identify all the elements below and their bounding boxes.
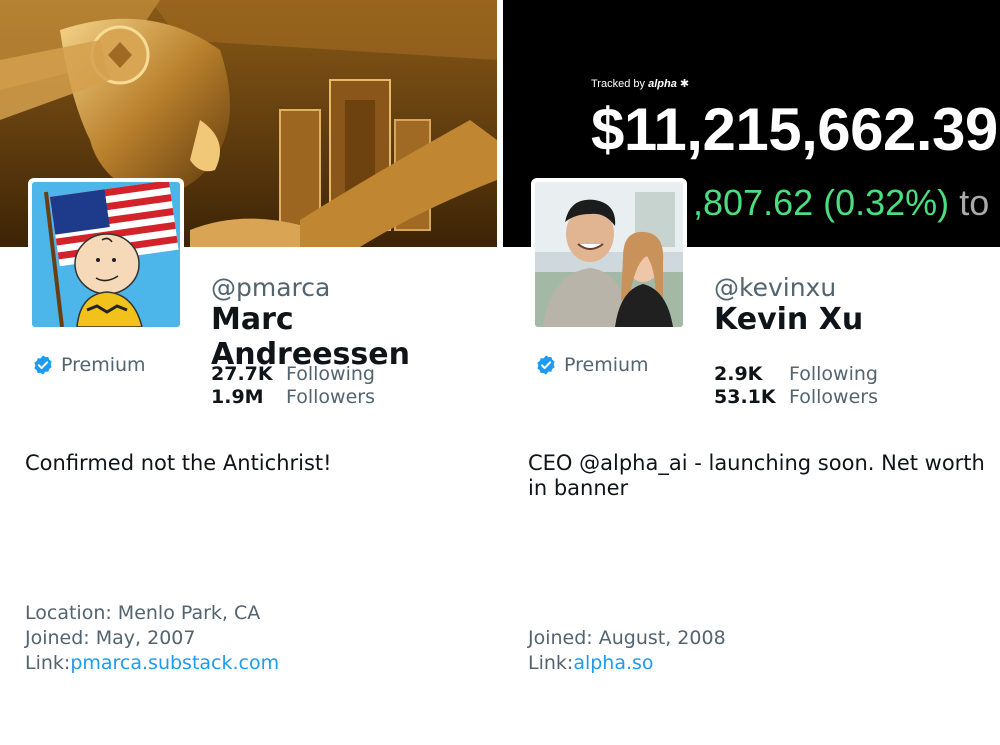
following-stat[interactable]: 27.7K Following <box>211 363 375 386</box>
profile-link-row: Link:pmarca.substack.com <box>25 652 279 674</box>
following-count: 2.9K <box>714 363 763 385</box>
banner-change-tail: to <box>959 182 990 223</box>
following-stat[interactable]: 2.9K Following <box>714 363 878 386</box>
profile-card-kevinxu: Tracked by alpha ✱ $11,215,662.39 ,807.6… <box>503 0 1000 745</box>
link-label: Link: <box>528 652 574 674</box>
avatar[interactable] <box>28 178 184 331</box>
profile-card-pmarca: @pmarca Marc Andreessen Premium 27.7K Fo… <box>0 0 497 745</box>
followers-label: Followers <box>789 386 878 408</box>
link-label: Link: <box>25 652 71 674</box>
premium-label: Premium <box>564 354 649 376</box>
profile-handle[interactable]: @kevinxu <box>714 273 836 302</box>
tracked-brand: alpha <box>648 78 677 90</box>
premium-badge: Premium <box>32 354 146 376</box>
followers-count: 1.9M <box>211 386 264 408</box>
avatar[interactable] <box>531 178 687 331</box>
profile-link-row: Link:alpha.so <box>528 652 654 674</box>
followers-stat[interactable]: 53.1K Followers <box>714 386 878 409</box>
banner-change-value: ,807.62 (0.32%) <box>693 182 950 223</box>
following-label: Following <box>286 363 375 385</box>
followers-count: 53.1K <box>714 386 776 408</box>
verified-check-icon <box>34 355 52 375</box>
couple-photo <box>535 182 683 327</box>
tracked-prefix: Tracked by <box>591 78 646 90</box>
premium-label: Premium <box>61 354 146 376</box>
followers-label: Followers <box>286 386 375 408</box>
following-count: 27.7K <box>211 363 273 385</box>
sparkle-icon: ✱ <box>679 78 690 90</box>
profile-name[interactable]: Marc Andreessen <box>211 302 497 372</box>
following-label: Following <box>789 363 878 385</box>
profile-link[interactable]: pmarca.substack.com <box>70 652 279 674</box>
profile-handle[interactable]: @pmarca <box>211 273 330 302</box>
banner-net-worth: $11,215,662.39 <box>591 96 998 163</box>
banner-tracked-text: Tracked by alpha ✱ <box>591 77 689 90</box>
profile-stats: 27.7K Following 1.9M Followers <box>211 363 375 409</box>
profile-link[interactable]: alpha.so <box>573 652 653 674</box>
profile-joined: Joined: August, 2008 <box>528 627 726 649</box>
profile-stats: 2.9K Following 53.1K Followers <box>714 363 878 409</box>
followers-stat[interactable]: 1.9M Followers <box>211 386 375 409</box>
verified-check-icon <box>537 355 555 375</box>
premium-badge: Premium <box>535 354 649 376</box>
profile-bio: CEO @alpha_ai - launching soon. Net wort… <box>528 451 985 500</box>
profile-joined: Joined: May, 2007 <box>25 627 196 649</box>
flag-cartoon-image <box>32 182 180 327</box>
profile-location: Location: Menlo Park, CA <box>25 602 261 624</box>
profile-name[interactable]: Kevin Xu <box>714 302 863 337</box>
banner-change: ,807.62 (0.32%) to <box>693 182 989 224</box>
profile-bio: Confirmed not the Antichrist! <box>25 451 332 475</box>
